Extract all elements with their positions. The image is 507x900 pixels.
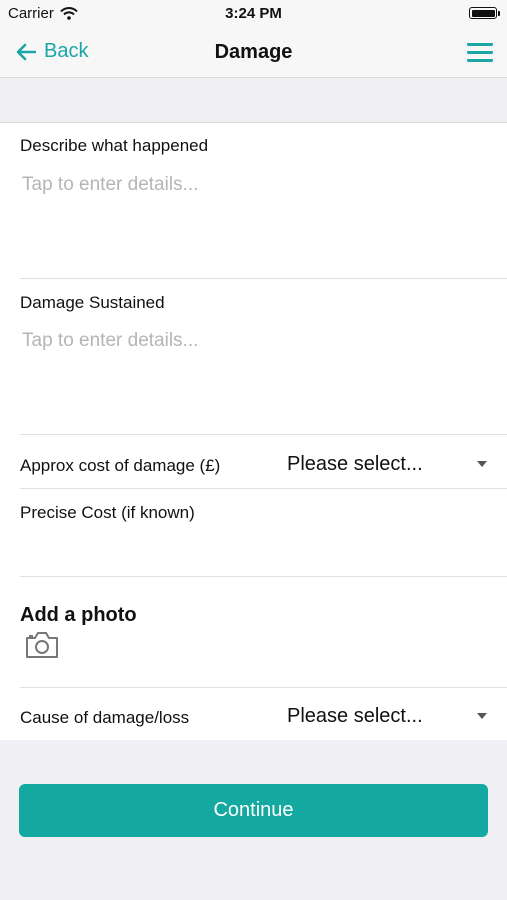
describe-textarea[interactable]: Tap to enter details... (22, 174, 507, 274)
approx-cost-value: Please select... (287, 452, 423, 475)
damage-sustained-textarea[interactable]: Tap to enter details... (22, 330, 507, 430)
divider (20, 687, 507, 688)
divider (20, 488, 507, 489)
dropdown-caret-icon (477, 713, 487, 719)
dropdown-caret-icon (477, 461, 487, 467)
damage-sustained-label: Damage Sustained (20, 293, 165, 312)
approx-cost-select[interactable]: Please select... (287, 451, 487, 477)
status-bar: Carrier 3:24 PM (0, 0, 507, 28)
page-title: Damage (214, 41, 293, 63)
camera-icon (26, 632, 58, 658)
add-photo-label: Add a photo (20, 604, 137, 626)
describe-label: Describe what happened (20, 136, 209, 155)
menu-icon[interactable] (467, 43, 493, 63)
clock: 3:24 PM (225, 5, 282, 22)
battery-icon (469, 7, 500, 19)
navigation-bar: Back Damage (0, 28, 507, 78)
add-photo-button[interactable] (24, 630, 64, 662)
divider (20, 576, 507, 577)
divider (20, 278, 507, 279)
damage-form: Describe what happened Tap to enter deta… (0, 122, 507, 740)
cause-value: Please select... (287, 704, 423, 727)
cause-select[interactable]: Please select... (287, 703, 487, 729)
divider (20, 434, 507, 435)
continue-button[interactable]: Continue (19, 784, 488, 837)
precise-cost-input[interactable] (20, 528, 507, 573)
precise-cost-label: Precise Cost (if known) (20, 503, 195, 522)
